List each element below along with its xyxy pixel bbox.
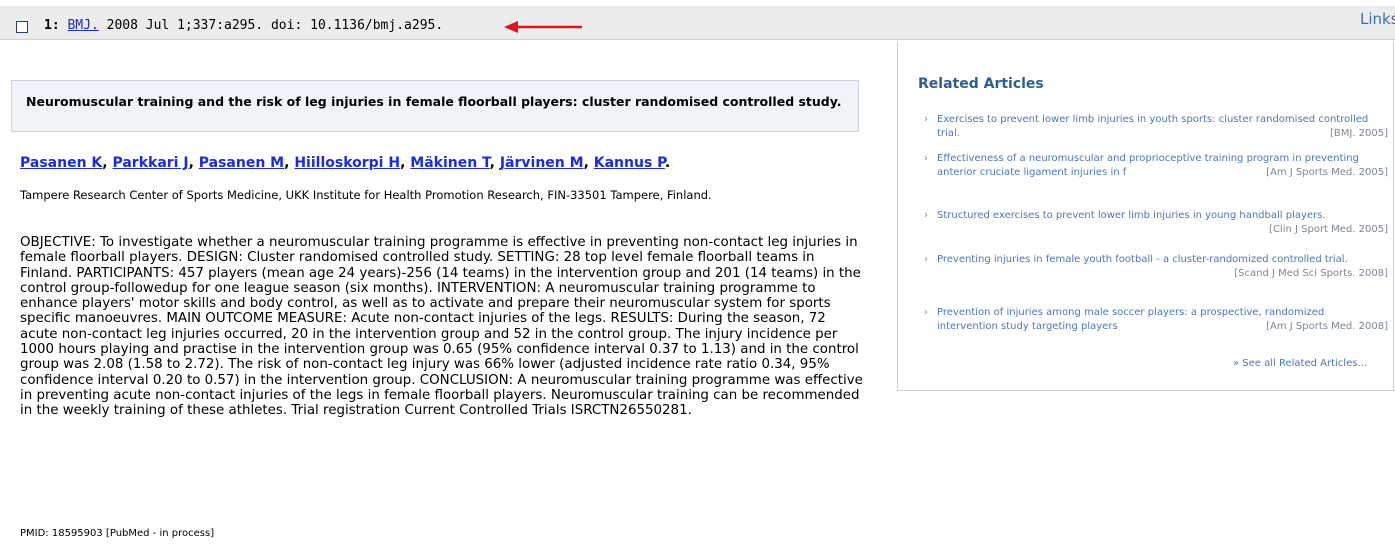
citation-line: 1: BMJ. 2008 Jul 1;337:a295. doi: 10.113… (44, 18, 443, 33)
related-article-item[interactable]: › Structured exercises to prevent lower l… (924, 209, 1388, 237)
author-separator: , (583, 155, 594, 171)
select-checkbox[interactable] (16, 21, 28, 33)
author-separator: , (102, 155, 113, 171)
related-article-source: [Am J Sports Med. 2005] (1266, 167, 1388, 178)
author-link[interactable]: Kannus P (594, 155, 665, 171)
article-title-box: Neuromuscular training and the risk of l… (11, 80, 859, 132)
bullet-icon: › (924, 210, 928, 221)
related-article-title[interactable]: Preventing injuries in female youth foot… (937, 253, 1388, 279)
journal-link[interactable]: BMJ. (67, 18, 98, 33)
sidebar-right-border (1393, 41, 1394, 391)
citation-bar: 1: BMJ. 2008 Jul 1;337:a295. doi: 10.113… (0, 0, 1395, 40)
author-list: Pasanen K, Parkkari J, Pasanen M, Hiillo… (20, 155, 670, 171)
author-link[interactable]: Pasanen K (20, 155, 102, 171)
author-link[interactable]: Hiilloskorpi H (294, 155, 400, 171)
related-article-item[interactable]: › Exercises to prevent lower limb injurie… (924, 113, 1388, 141)
see-all-related-link[interactable]: » See all Related Articles... (1233, 358, 1367, 369)
links-link[interactable]: Links (1360, 10, 1395, 28)
related-article-source: [Scand J Med Sci Sports. 2008] (1234, 268, 1388, 279)
related-article-source: [BMJ. 2005] (1329, 128, 1388, 139)
bullet-icon: › (924, 307, 928, 318)
author-separator: , (188, 155, 199, 171)
article-title: Neuromuscular training and the risk of l… (26, 94, 842, 109)
affiliation: Tampere Research Center of Sports Medici… (20, 188, 712, 202)
author-separator: , (284, 155, 295, 171)
author-separator: , (489, 155, 500, 171)
related-article-title[interactable]: Prevention of injuries among male soccer… (937, 306, 1388, 334)
red-arrow-icon (504, 21, 582, 33)
related-articles-heading: Related Articles (918, 76, 1044, 92)
bullet-icon: › (924, 153, 928, 164)
author-link[interactable]: Pasanen M (199, 155, 284, 171)
author-separator: . (664, 155, 671, 171)
bullet-icon: › (924, 254, 928, 265)
citation-details: 2008 Jul 1;337:a295. doi: 10.1136/bmj.a2… (106, 18, 444, 33)
author-link[interactable]: Järvinen M (500, 155, 584, 171)
sidebar-divider (897, 41, 898, 391)
author-link[interactable]: Mäkinen T (410, 155, 489, 171)
result-number: 1: (44, 18, 60, 33)
related-article-item[interactable]: › Effectiveness of a neuromuscular and pr… (924, 152, 1388, 180)
sidebar-bottom-border (897, 390, 1395, 391)
related-article-source: [Am J Sports Med. 2008] (1266, 321, 1388, 332)
related-article-title[interactable]: Exercises to prevent lower limb injuries… (937, 113, 1388, 141)
author-link[interactable]: Parkkari J (112, 155, 188, 171)
related-article-title[interactable]: Structured exercises to prevent lower li… (937, 209, 1388, 235)
related-article-item[interactable]: › Prevention of injuries among male socce… (924, 306, 1388, 334)
related-article-title[interactable]: Effectiveness of a neuromuscular and pro… (937, 152, 1388, 180)
top-strip (0, 0, 1395, 6)
pmid-line: PMID: 18595903 [PubMed - in process] (20, 528, 215, 539)
related-article-source: [Clin J Sport Med. 2005] (1269, 224, 1388, 235)
author-separator: , (400, 155, 411, 171)
bullet-icon: › (924, 114, 928, 125)
related-article-item[interactable]: › Preventing injuries in female youth foo… (924, 253, 1388, 281)
abstract-text: OBJECTIVE: To investigate whether a neur… (20, 235, 863, 419)
